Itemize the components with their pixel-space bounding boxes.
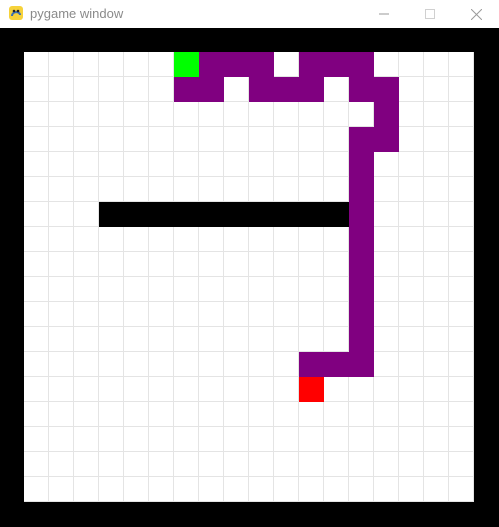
- snake-segment: [249, 52, 274, 77]
- snake-segment: [349, 327, 374, 352]
- snake-segment: [349, 277, 374, 302]
- snake-segment: [374, 102, 399, 127]
- maximize-button[interactable]: [407, 0, 453, 28]
- window-title: pygame window: [30, 6, 124, 21]
- snake-segment: [324, 52, 349, 77]
- game-canvas[interactable]: [0, 28, 499, 527]
- snake-segment: [299, 77, 324, 102]
- snake-segment: [374, 77, 399, 102]
- minimize-button[interactable]: [361, 0, 407, 28]
- snake-segment: [199, 77, 224, 102]
- snake-segment: [299, 52, 324, 77]
- title-bar[interactable]: pygame window: [0, 0, 499, 28]
- snake-segment: [374, 127, 399, 152]
- snake-segment: [349, 352, 374, 377]
- snake-segment: [349, 252, 374, 277]
- close-icon: [470, 8, 482, 20]
- obstacle-wall: [99, 202, 349, 227]
- snake-segment: [224, 52, 249, 77]
- snake-segment: [349, 77, 374, 102]
- pygame-snake-icon: [9, 6, 23, 20]
- snake-segment: [349, 127, 374, 152]
- snake-segment: [349, 152, 374, 177]
- snake-segment: [274, 77, 299, 102]
- close-button[interactable]: [453, 0, 499, 28]
- snake-segment: [349, 177, 374, 202]
- snake-segment: [199, 52, 224, 77]
- snake-segment: [249, 77, 274, 102]
- snake-head: [174, 52, 199, 77]
- snake-segment: [174, 77, 199, 102]
- snake-segment: [349, 227, 374, 252]
- play-field: [24, 52, 474, 502]
- maximize-icon: [425, 9, 435, 19]
- snake-segment: [299, 352, 324, 377]
- snake-segment: [349, 302, 374, 327]
- minimize-icon: [379, 13, 389, 15]
- snake-segment: [349, 52, 374, 77]
- snake-segment: [324, 352, 349, 377]
- food-pellet: [299, 377, 324, 402]
- snake-segment: [349, 202, 374, 227]
